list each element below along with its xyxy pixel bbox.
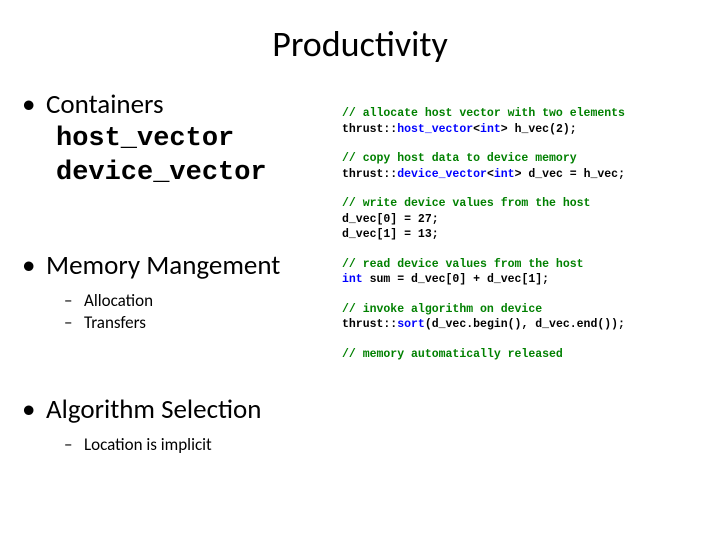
bullet-text: Containers xyxy=(22,88,342,121)
code-read-device: // read device values from the host int … xyxy=(342,257,708,288)
code-comment: // write device values from the host xyxy=(342,196,708,212)
code-copy-device: // copy host data to device memory thrus… xyxy=(342,151,708,182)
code-alloc-host: // allocate host vector with two element… xyxy=(342,106,708,137)
bullet-text: Algorithm Selection xyxy=(22,393,342,426)
code-comment: // memory automatically released xyxy=(342,347,708,363)
code-line: thrust::host_vector<int> h_vec(2); xyxy=(342,122,708,138)
sub-location: Location is implicit xyxy=(64,434,342,457)
bullet-text: Memory Mangement xyxy=(22,249,342,282)
left-column: Containers host_vector device_vector Mem… xyxy=(12,88,342,485)
code-line: d_vec[0] = 27; xyxy=(342,212,708,228)
code-comment: // copy host data to device memory xyxy=(342,151,708,167)
bullet-memory: Memory Mangement Allocation Transfers xyxy=(22,249,342,336)
sub-transfers: Transfers xyxy=(64,312,342,335)
mono-device-vector: device_vector xyxy=(56,157,342,191)
code-invoke: // invoke algorithm on device thrust::so… xyxy=(342,302,708,333)
sub-allocation: Allocation xyxy=(64,290,342,313)
code-line: thrust::device_vector<int> d_vec = h_vec… xyxy=(342,167,708,183)
bullet-algorithm: Algorithm Selection Location is implicit xyxy=(22,393,342,457)
code-comment: // read device values from the host xyxy=(342,257,708,273)
slide-content: Containers host_vector device_vector Mem… xyxy=(0,78,720,485)
code-released: // memory automatically released xyxy=(342,347,708,363)
code-column: // allocate host vector with two element… xyxy=(342,88,708,485)
code-line: int sum = d_vec[0] + d_vec[1]; xyxy=(342,272,708,288)
mono-host-vector: host_vector xyxy=(56,123,342,157)
code-write-device: // write device values from the host d_v… xyxy=(342,196,708,243)
code-comment: // invoke algorithm on device xyxy=(342,302,708,318)
slide-title: Productivity xyxy=(0,0,720,78)
code-comment: // allocate host vector with two element… xyxy=(342,106,708,122)
code-line: d_vec[1] = 13; xyxy=(342,227,708,243)
code-line: thrust::sort(d_vec.begin(), d_vec.end())… xyxy=(342,317,708,333)
bullet-containers: Containers host_vector device_vector xyxy=(22,88,342,191)
